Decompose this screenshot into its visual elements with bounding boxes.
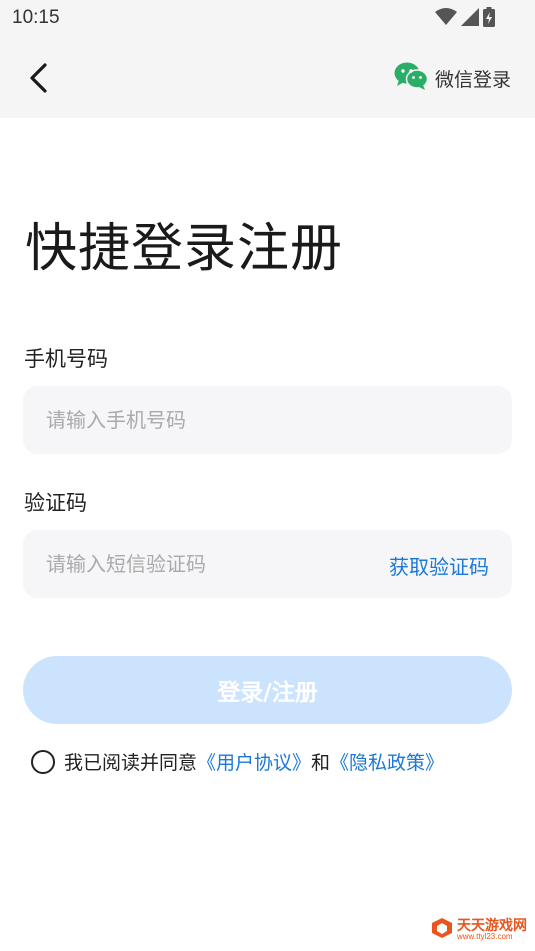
login-register-button[interactable]: 登录/注册 bbox=[23, 656, 512, 724]
status-time: 10:15 bbox=[12, 7, 60, 28]
page-title: 快捷登录注册 bbox=[25, 219, 344, 279]
status-icons bbox=[435, 7, 495, 31]
wifi-icon bbox=[435, 8, 457, 30]
code-input-box: 获取验证码 bbox=[23, 530, 512, 598]
wechat-login-label: 微信登录 bbox=[434, 68, 511, 91]
chevron-left-icon[interactable] bbox=[26, 60, 54, 96]
agreement-checkbox[interactable] bbox=[31, 749, 55, 774]
status-bar: 10:15 bbox=[0, 0, 535, 38]
agreement-row: 我已阅读并同意 《用户协议》 和 《隐私政策》 bbox=[31, 748, 444, 775]
watermark-sub: www.ttyl23.com bbox=[457, 932, 513, 941]
watermark-main: 天天游戏网 bbox=[457, 918, 527, 934]
wechat-login-button[interactable]: 微信登录 bbox=[394, 62, 511, 94]
wechat-icon bbox=[394, 62, 429, 94]
phone-label: 手机号码 bbox=[24, 347, 108, 371]
code-label: 验证码 bbox=[24, 491, 87, 515]
signal-icon bbox=[461, 8, 479, 30]
agreement-prefix: 我已阅读并同意 bbox=[64, 752, 198, 774]
phone-input[interactable] bbox=[46, 386, 486, 454]
battery-icon bbox=[483, 7, 495, 31]
watermark-logo-icon bbox=[431, 917, 453, 943]
get-code-button[interactable]: 获取验证码 bbox=[389, 551, 489, 580]
phone-input-box bbox=[23, 386, 512, 454]
watermark: 天天游戏网 www.ttyl23.com bbox=[431, 917, 527, 943]
code-input[interactable] bbox=[46, 530, 366, 598]
privacy-policy-link[interactable]: 《隐私政策》 bbox=[330, 748, 444, 775]
header: 微信登录 bbox=[0, 38, 535, 118]
agreement-and: 和 bbox=[311, 752, 331, 774]
watermark-text: 天天游戏网 www.ttyl23.com bbox=[457, 919, 527, 941]
user-agreement-link[interactable]: 《用户协议》 bbox=[197, 748, 311, 775]
